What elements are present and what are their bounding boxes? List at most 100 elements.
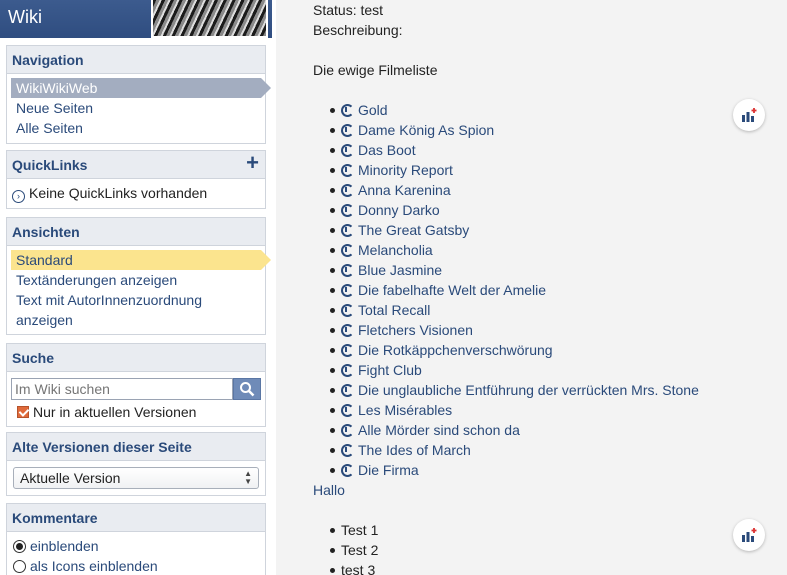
- history-icon[interactable]: [341, 404, 354, 417]
- history-icon[interactable]: [341, 264, 354, 277]
- search-title: Suche: [7, 344, 265, 372]
- film-link[interactable]: Blue Jasmine: [358, 262, 442, 278]
- search-input[interactable]: [11, 378, 233, 400]
- history-icon[interactable]: [341, 224, 354, 237]
- film-list-item: Die unglaubliche Entführung der verrückt…: [330, 380, 783, 400]
- search-panel: Suche Nur in aktuellen Versionen: [6, 343, 266, 427]
- film-list-item: The Ides of March: [330, 440, 783, 460]
- film-link[interactable]: Minority Report: [358, 162, 453, 178]
- sidebar-gap: [276, 0, 291, 575]
- film-list: Gold Dame König As Spion Das Boot Minority …: [330, 100, 783, 480]
- comments-option-icons[interactable]: als Icons einblenden: [11, 556, 261, 575]
- radio-icons[interactable]: [13, 560, 26, 573]
- history-icon[interactable]: [341, 124, 354, 137]
- radio-show[interactable]: [13, 540, 26, 553]
- view-item-textaenderungen[interactable]: Textänderungen anzeigen: [11, 270, 261, 290]
- film-link[interactable]: Anna Karenina: [358, 182, 451, 198]
- history-icon[interactable]: [341, 444, 354, 457]
- versions-panel: Alte Versionen dieser Seite Aktuelle Ver…: [6, 432, 266, 496]
- status-text: Status: test: [313, 2, 384, 18]
- chart-add-button-2[interactable]: [733, 519, 765, 551]
- sidebar: Wiki Navigation WikiWikiWeb Neue Seiten …: [0, 0, 276, 575]
- test-list-item: Test 2: [330, 540, 783, 560]
- film-list-item: Fight Club: [330, 360, 783, 380]
- film-link[interactable]: The Ides of March: [358, 442, 471, 458]
- film-list-item: Total Recall: [330, 300, 783, 320]
- versions-title: Alte Versionen dieser Seite: [7, 433, 265, 461]
- view-item-standard[interactable]: Standard: [11, 250, 271, 270]
- film-list-item: Fletchers Visionen: [330, 320, 783, 340]
- search-icon: [240, 382, 255, 397]
- film-link[interactable]: Les Misérables: [358, 402, 452, 418]
- film-link[interactable]: Fletchers Visionen: [358, 322, 473, 338]
- search-row: [11, 378, 261, 400]
- current-versions-checkbox[interactable]: [17, 406, 29, 418]
- comments-option-show[interactable]: einblenden: [11, 536, 261, 556]
- film-link[interactable]: Donny Darko: [358, 202, 440, 218]
- film-list-item: Alle Mörder sind schon da: [330, 420, 783, 440]
- quicklinks-empty-text: Keine QuickLinks vorhanden: [29, 185, 208, 201]
- current-versions-checkbox-row[interactable]: Nur in aktuellen Versionen: [11, 403, 261, 421]
- history-icon[interactable]: [341, 384, 354, 397]
- chart-plus-icon: [742, 108, 757, 122]
- film-link[interactable]: The Great Gatsby: [358, 222, 469, 238]
- history-icon[interactable]: [341, 284, 354, 297]
- nav-item-neue-seiten[interactable]: Neue Seiten: [11, 98, 261, 118]
- history-icon[interactable]: [341, 244, 354, 257]
- test-list: Test 1 Test 2 test 3: [330, 520, 783, 575]
- view-item-autorinnen[interactable]: Text mit AutorInnenzuordnung anzeigen: [11, 290, 261, 330]
- chart-add-button[interactable]: [733, 99, 765, 131]
- nav-item-alle-seiten[interactable]: Alle Seiten: [11, 118, 261, 138]
- select-arrows-icon: ▲ ▼: [244, 469, 252, 486]
- list-title: Die ewige Filmeliste: [313, 62, 438, 78]
- history-icon[interactable]: [341, 424, 354, 437]
- film-link[interactable]: Das Boot: [358, 142, 416, 158]
- film-list-item: Minority Report: [330, 160, 783, 180]
- wiki-header: Wiki: [0, 0, 272, 38]
- history-icon[interactable]: [341, 164, 354, 177]
- film-link[interactable]: Die Firma: [358, 462, 419, 478]
- navigation-panel: Navigation WikiWikiWeb Neue Seiten Alle …: [6, 45, 271, 144]
- history-icon[interactable]: [341, 364, 354, 377]
- film-list-item: Anna Karenina: [330, 180, 783, 200]
- film-list-item: The Great Gatsby: [330, 220, 783, 240]
- film-link[interactable]: Gold: [358, 102, 388, 118]
- comments-title: Kommentare: [7, 504, 265, 532]
- film-list-item: Die Rotkäppchenverschwörung: [330, 340, 783, 360]
- film-link[interactable]: Melancholia: [358, 242, 433, 258]
- film-link[interactable]: Die Rotkäppchenverschwörung: [358, 342, 553, 358]
- film-list-item: Les Misérables: [330, 400, 783, 420]
- quicklinks-header: QuickLinks +: [7, 151, 265, 179]
- comments-option-show-label: einblenden: [30, 538, 99, 554]
- hallo-link[interactable]: Hallo: [313, 480, 783, 500]
- film-link[interactable]: Fight Club: [358, 362, 422, 378]
- circle-arrow-icon: ›: [12, 190, 25, 203]
- navigation-title: Navigation: [7, 46, 265, 74]
- quicklinks-empty: › Keine QuickLinks vorhanden: [12, 185, 208, 203]
- history-icon[interactable]: [341, 304, 354, 317]
- history-icon[interactable]: [341, 144, 354, 157]
- film-list-item: Dame König As Spion: [330, 120, 783, 140]
- main-content: Status: test Beschreibung: Die ewige Fil…: [291, 0, 787, 575]
- chart-plus-icon: [742, 528, 757, 542]
- quicklinks-title: QuickLinks: [12, 157, 88, 173]
- version-select[interactable]: Aktuelle Version ▲ ▼: [13, 467, 259, 489]
- history-icon[interactable]: [341, 344, 354, 357]
- history-icon[interactable]: [341, 104, 354, 117]
- history-icon[interactable]: [341, 464, 354, 477]
- film-list-item: Gold: [330, 100, 783, 120]
- plus-icon[interactable]: +: [246, 152, 259, 174]
- film-link[interactable]: Die fabelhafte Welt der Amelie: [358, 282, 546, 298]
- wiki-title[interactable]: Wiki: [8, 7, 42, 28]
- history-icon[interactable]: [341, 324, 354, 337]
- history-icon[interactable]: [341, 204, 354, 217]
- current-versions-label: Nur in aktuellen Versionen: [33, 404, 197, 420]
- film-link[interactable]: Die unglaubliche Entführung der verrückt…: [358, 382, 699, 398]
- history-icon[interactable]: [341, 184, 354, 197]
- page-body: Status: test Beschreibung: Die ewige Fil…: [313, 0, 783, 575]
- film-link[interactable]: Total Recall: [358, 302, 430, 318]
- nav-item-wikiwikiweb[interactable]: WikiWikiWeb: [11, 78, 271, 98]
- film-link[interactable]: Alle Mörder sind schon da: [358, 422, 520, 438]
- film-link[interactable]: Dame König As Spion: [358, 122, 494, 138]
- search-button[interactable]: [233, 378, 261, 400]
